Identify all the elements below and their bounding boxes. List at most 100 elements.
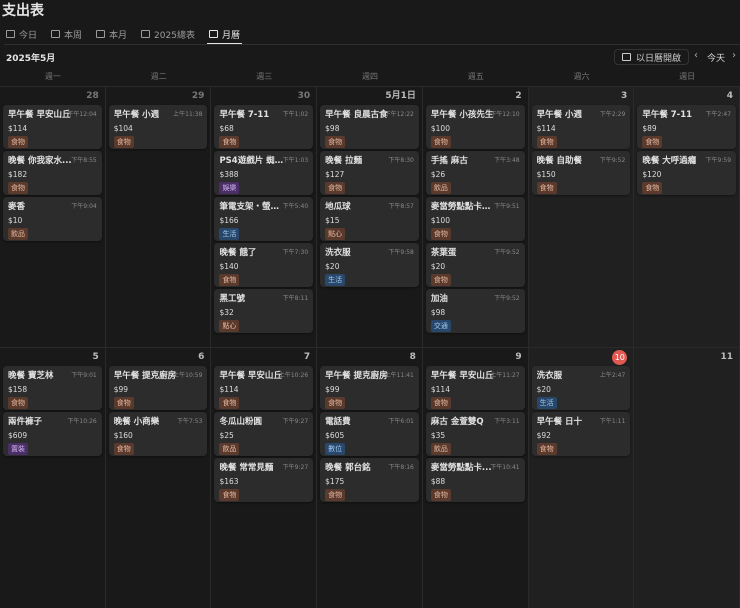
event-card[interactable]: 冬瓜山粉圓 下午9:27 $25 飲品 bbox=[214, 412, 314, 456]
tab-this-month[interactable]: 本月 bbox=[94, 24, 129, 44]
event-card[interactable]: 晚餐 郭台銘 下午8:16 $175 食物 bbox=[320, 458, 419, 502]
open-in-calendar-button[interactable]: 以日曆開啟 bbox=[614, 49, 690, 65]
event-time: 下午6:01 bbox=[388, 418, 414, 425]
day-cell[interactable]: 3 早午餐 小週 下午2:29 $114 食物 晚餐 自助餐 下午9:52 $150 食物 bbox=[528, 87, 635, 347]
event-card[interactable]: 電話費 下午6:01 $605 數位 bbox=[320, 412, 419, 456]
event-card[interactable]: 早午餐 7-11 下午1:02 $68 食物 bbox=[214, 105, 314, 149]
event-card[interactable]: 早午餐 小週 上午11:38 $104 食物 bbox=[108, 105, 208, 149]
event-card[interactable]: 晚餐 小商樂 下午7:53 $160 食物 bbox=[108, 412, 208, 456]
event-time: 上午10:26 bbox=[278, 372, 309, 379]
event-name: 筆電支架・螢幕... bbox=[219, 202, 284, 212]
event-amount: $120 bbox=[642, 170, 662, 179]
event-name: 晚餐 郭台銘 bbox=[325, 463, 371, 473]
tab-label: 月曆 bbox=[221, 30, 240, 41]
event-name: 兩件褲子 bbox=[8, 417, 43, 427]
event-card[interactable]: 晚餐 大呼過癮 下午9:59 $120 食物 bbox=[637, 151, 737, 195]
category-tag: 食物 bbox=[536, 443, 557, 455]
event-card[interactable]: 早午餐 小週 下午2:29 $114 食物 bbox=[531, 105, 631, 149]
day-cell[interactable]: 2 早午餐 小孩先生 下午12:10 $100 食物 手搖 麻古 下午3:48 $26 飲品 麥當… bbox=[423, 87, 529, 347]
event-card[interactable]: 晚餐 常常見麵 下午9:27 $163 食物 bbox=[214, 458, 314, 502]
weekday-label: 週一 bbox=[44, 72, 61, 81]
today-button[interactable]: 今天 bbox=[707, 51, 725, 64]
tab-this-week[interactable]: 本周 bbox=[49, 24, 84, 44]
event-name: 加油 bbox=[430, 294, 448, 304]
event-card[interactable]: 早午餐 提克廚房 上午11:41 $99 食物 bbox=[320, 366, 419, 410]
event-name: 晚餐 餓了 bbox=[219, 248, 257, 258]
event-card[interactable]: 麥香 下午9:04 $10 飲品 bbox=[3, 197, 102, 241]
event-amount: $114 bbox=[536, 124, 556, 133]
tab-2025-table[interactable]: 2025總表 bbox=[139, 24, 197, 44]
event-name: 地瓜球 bbox=[325, 202, 351, 212]
event-amount: $100 bbox=[430, 124, 450, 133]
event-card[interactable]: 筆電支架・螢幕... 下午5:40 $166 生活 bbox=[214, 197, 314, 241]
category-tag: 食物 bbox=[536, 136, 557, 148]
event-amount: $88 bbox=[430, 477, 446, 486]
weekday-label: 週六 bbox=[573, 72, 590, 81]
calendar-icon bbox=[622, 53, 631, 61]
event-card[interactable]: 麥當勞點點卡... 下午10:41 $88 食物 bbox=[425, 458, 525, 502]
event-card[interactable]: 早午餐 提克廚房 上午10:59 $99 食物 bbox=[108, 366, 208, 410]
day-cell[interactable]: 8 早午餐 提克廚房 上午11:41 $99 食物 電話費 下午6:01 $605 數位 晚餐 郭… bbox=[317, 348, 423, 608]
event-card[interactable]: 早午餐 良晨古食 下午12:22 $98 食物 bbox=[320, 105, 419, 149]
prev-month-button[interactable]: ‹ bbox=[694, 50, 698, 61]
day-cell[interactable]: 29 早午餐 小週 上午11:38 $104 食物 bbox=[106, 87, 212, 347]
event-card[interactable]: 晚餐 自助餐 下午9:52 $150 食物 bbox=[531, 151, 631, 195]
event-time: 上午11:41 bbox=[384, 372, 414, 379]
day-cell[interactable]: 5月1日 早午餐 良晨古食 下午12:22 $98 食物 晚餐 拉麵 下午8:30 $127 食… bbox=[317, 87, 423, 347]
day-cell[interactable]: 7 早午餐 早安山丘 上午10:26 $114 食物 冬瓜山粉圓 下午9:27 $25 飲品 晚餐… bbox=[211, 348, 318, 608]
event-name: 早午餐 提克廚房 bbox=[113, 371, 177, 381]
event-card[interactable]: PS4遊戲片 蜘蛛人下午1:03 $388 娛樂 bbox=[214, 151, 314, 195]
tab-calendar[interactable]: 月曆 bbox=[206, 24, 242, 45]
event-amount: $99 bbox=[325, 385, 340, 394]
event-amount: $25 bbox=[219, 431, 234, 440]
event-card[interactable]: 早午餐 早安山丘 上午10:26 $114 食物 bbox=[214, 366, 314, 410]
next-month-button[interactable]: › bbox=[732, 50, 736, 61]
event-name: 早午餐 提克廚房 bbox=[325, 371, 388, 381]
event-card[interactable]: 麻古 金萱雙Q 下午3:11 $35 飲品 bbox=[425, 412, 525, 456]
event-card[interactable]: 晚餐 你我家水... 下午8:55 $182 食物 bbox=[3, 151, 102, 195]
event-card[interactable]: 早午餐 7-11 下午2:47 $89 食物 bbox=[637, 105, 737, 149]
day-cell[interactable]: 4 早午餐 7-11 下午2:47 $89 食物 晚餐 大呼過癮 下午9:59 $120 食物 bbox=[634, 87, 740, 347]
event-card[interactable]: 地瓜球 下午8:57 $15 點心 bbox=[320, 197, 419, 241]
tab-today[interactable]: 今日 bbox=[4, 24, 39, 44]
event-name: PS4遊戲片 蜘蛛人 bbox=[219, 156, 284, 166]
event-card[interactable]: 早午餐 早安山丘 上午11:27 $114 食物 bbox=[425, 366, 525, 410]
event-card[interactable]: 洗衣服 上午2:47 $20 生活 bbox=[531, 366, 631, 410]
category-tag: 食物 bbox=[219, 274, 240, 286]
event-name: 早午餐 日十 bbox=[536, 417, 583, 427]
day-number: 6 bbox=[198, 352, 205, 362]
event-amount: $32 bbox=[219, 308, 234, 317]
day-cell[interactable]: 9 早午餐 早安山丘 上午11:27 $114 食物 麻古 金萱雙Q 下午3:11 $35 飲品… bbox=[423, 348, 529, 608]
day-cell[interactable]: 11 bbox=[634, 348, 740, 608]
event-card[interactable]: 麥當勞點點卡儲值 下午9:51 $100 食物 bbox=[425, 197, 525, 241]
event-time: 下午3:11 bbox=[494, 418, 520, 425]
button-label: 以日曆開啟 bbox=[636, 53, 682, 64]
event-card[interactable]: 晚餐 餓了 下午7:30 $140 食物 bbox=[214, 243, 314, 287]
category-tag: 食物 bbox=[536, 182, 557, 194]
event-card[interactable]: 晚餐 拉麵 下午8:30 $127 食物 bbox=[320, 151, 419, 195]
day-cell[interactable]: 28 早午餐 早安山丘 下午12:04 $114 食物 晚餐 你我家水... 下午8:55 $… bbox=[0, 87, 106, 347]
event-card[interactable]: 黑工號 下午8:11 $32 點心 bbox=[214, 289, 314, 333]
event-time: 下午9:58 bbox=[388, 249, 414, 256]
calendar-icon bbox=[96, 30, 106, 38]
event-card[interactable]: 早午餐 早安山丘 下午12:04 $114 食物 bbox=[3, 105, 102, 149]
day-cell[interactable]: 5 晚餐 寶芝林 下午9:01 $158 食物 兩件褲子 下午10:26 $609 置裝 bbox=[0, 348, 106, 608]
event-card[interactable]: 洗衣服 下午9:58 $20 生活 bbox=[320, 243, 419, 287]
event-card[interactable]: 兩件褲子 下午10:26 $609 置裝 bbox=[3, 412, 102, 456]
event-name: 晚餐 拉麵 bbox=[325, 156, 363, 166]
day-number: 5 bbox=[92, 352, 99, 362]
event-card[interactable]: 手搖 麻古 下午3:48 $26 飲品 bbox=[425, 151, 525, 195]
event-name: 早午餐 小孩先生 bbox=[430, 110, 494, 120]
category-tag: 數位 bbox=[325, 443, 346, 455]
event-card[interactable]: 早午餐 日十 下午1:11 $92 食物 bbox=[531, 412, 631, 456]
day-cell[interactable]: 10 洗衣服 上午2:47 $20 生活 早午餐 日十 下午1:11 $92 食物 bbox=[528, 348, 635, 608]
event-card[interactable]: 加油 下午9:52 $98 交通 bbox=[425, 289, 525, 333]
event-amount: $20 bbox=[325, 262, 340, 271]
category-tag: 飲品 bbox=[430, 443, 451, 455]
day-cell[interactable]: 30 早午餐 7-11 下午1:02 $68 食物 PS4遊戲片 蜘蛛人下午1:03 $38… bbox=[211, 87, 318, 347]
day-cell[interactable]: 6 早午餐 提克廚房 上午10:59 $99 食物 晚餐 小商樂 下午7:53 $160 食物 bbox=[106, 348, 212, 608]
event-card[interactable]: 晚餐 寶芝林 下午9:01 $158 食物 bbox=[3, 366, 102, 410]
event-card[interactable]: 茶葉蛋 下午9:52 $20 食物 bbox=[425, 243, 525, 287]
event-card[interactable]: 早午餐 小孩先生 下午12:10 $100 食物 bbox=[425, 105, 525, 149]
category-tag: 點心 bbox=[325, 228, 346, 240]
